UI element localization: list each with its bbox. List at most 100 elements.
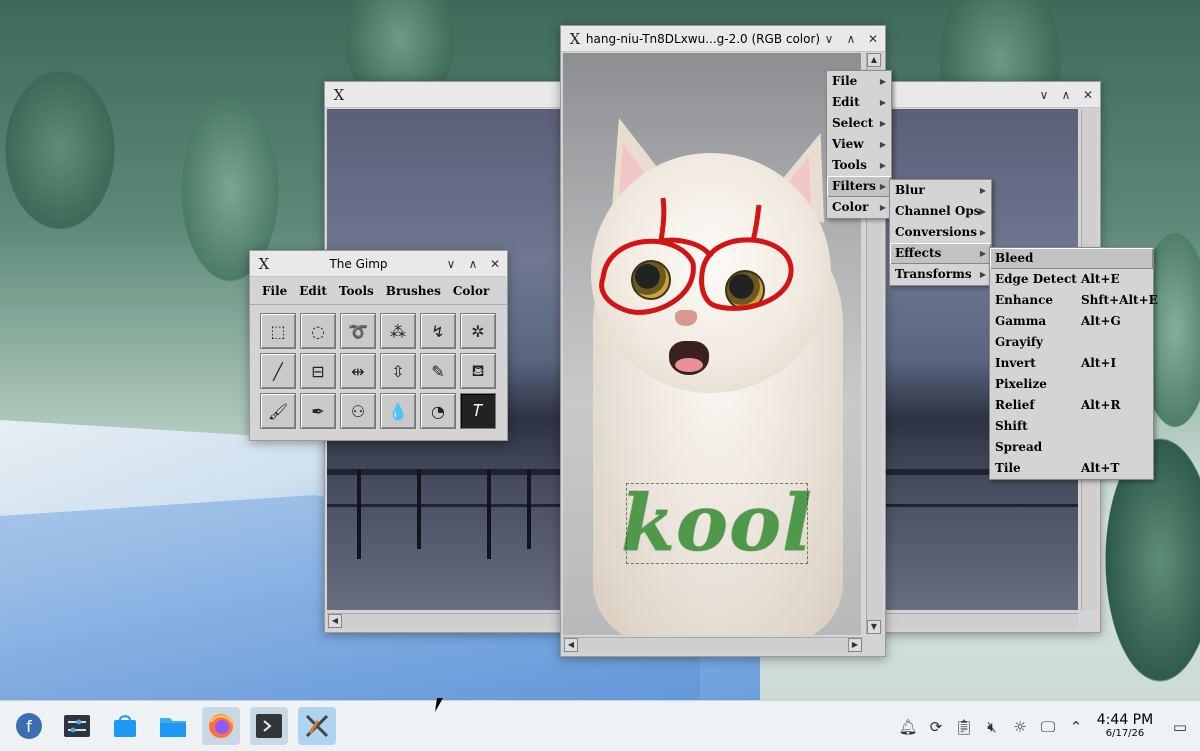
effects-submenu: Bleed Edge Detect Alt+E Enhance Shft+Alt+E… <box>989 247 1158 480</box>
minimize-button[interactable]: ∨ <box>445 257 457 271</box>
clone-icon[interactable]: ⚇ <box>340 393 376 429</box>
submenu-arrow-icon: ▶ <box>879 76 886 86</box>
menu-item-tools[interactable]: Tools ▶ <box>827 155 891 176</box>
clock-time: 4:44 PM <box>1096 711 1154 728</box>
bezier-select-icon[interactable]: ↯ <box>420 313 456 349</box>
menu-item-pixelize[interactable]: Pixelize <box>990 374 1153 395</box>
pencil-icon[interactable]: 🖌 <box>260 393 296 429</box>
x11-icon: X <box>258 254 270 273</box>
menu-item-file[interactable]: File ▶ <box>827 71 891 92</box>
clipboard-icon[interactable]: 📋︎ <box>950 718 978 736</box>
crop-icon[interactable]: ⇹ <box>340 353 376 389</box>
flip-icon[interactable]: ✎ <box>420 353 456 389</box>
pier-post <box>487 469 491 559</box>
menu-item-effects[interactable]: Effects ▶ <box>890 243 991 264</box>
submenu-arrow-icon: ▶ <box>879 118 886 128</box>
submenu-arrow-icon: ▶ <box>979 269 986 279</box>
submenu-arrow-icon: ▶ <box>979 248 986 258</box>
menu-item-select[interactable]: Select ▶ <box>827 113 891 134</box>
submenu-arrow-icon: ▶ <box>879 97 886 107</box>
minimize-button[interactable]: ∨ <box>823 32 835 46</box>
pier-post <box>357 469 361 559</box>
menu-item-view[interactable]: View ▶ <box>827 134 891 155</box>
menu-item-color[interactable]: Color ▶ <box>827 197 891 218</box>
gimp-toolbox-window[interactable]: X The Gimp ∨ ∧ ✕ File Edit Tools Brushes… <box>249 250 508 441</box>
horizontal-scrollbar[interactable]: ◀ ▶ <box>563 637 863 653</box>
menu-item-enhance[interactable]: Enhance Shft+Alt+E <box>990 290 1158 311</box>
maximize-button[interactable]: ∧ <box>1060 88 1072 102</box>
paintbrush-icon[interactable]: ✒ <box>300 393 336 429</box>
menu-item-shift[interactable]: Shift <box>990 416 1153 437</box>
menu-edit[interactable]: Edit <box>293 284 333 298</box>
free-select-icon[interactable]: ➰ <box>340 313 376 349</box>
menu-item-channel-ops[interactable]: Channel Ops ▶ <box>890 201 991 222</box>
rect-select-icon[interactable]: ⬚ <box>260 313 296 349</box>
titlebar[interactable]: X The Gimp ∨ ∧ ✕ <box>250 251 507 277</box>
x11-icon: X <box>333 85 345 104</box>
scroll-right-icon[interactable]: ▶ <box>848 638 862 652</box>
brightness-icon[interactable]: ☼ <box>1006 718 1034 736</box>
software-center-icon[interactable] <box>106 707 144 745</box>
chevron-up-icon[interactable]: ⌃ <box>1062 718 1090 736</box>
magnify-icon[interactable]: ⊟ <box>300 353 336 389</box>
scroll-down-icon[interactable]: ▼ <box>867 620 881 634</box>
menu-item-edge-detect[interactable]: Edge Detect Alt+E <box>990 269 1153 290</box>
fuzzy-select-icon[interactable]: ⁂ <box>380 313 416 349</box>
close-button[interactable]: ✕ <box>1082 88 1094 102</box>
menu-file[interactable]: File <box>256 284 293 298</box>
image-canvas[interactable]: kool <box>563 53 861 635</box>
image-context-menu: File ▶ Edit ▶ Select ▶ View ▶ Tools ▶ Filters… <box>826 70 892 219</box>
file-manager-icon[interactable] <box>154 707 192 745</box>
text-icon[interactable]: 𝑇 <box>460 393 496 429</box>
menu-item-conversions[interactable]: Conversions ▶ <box>890 222 991 243</box>
submenu-arrow-icon: ▶ <box>979 206 986 216</box>
scroll-left-icon[interactable]: ◀ <box>564 638 578 652</box>
scroll-up-icon[interactable]: ▲ <box>867 53 881 67</box>
color-picker-icon[interactable]: ⛾ <box>460 353 496 389</box>
ellipse-select-icon[interactable]: ◌ <box>300 313 336 349</box>
menu-brushes[interactable]: Brushes <box>380 284 447 298</box>
maximize-button[interactable]: ∧ <box>845 32 857 46</box>
smudge-icon[interactable]: ◔ <box>420 393 456 429</box>
menu-item-invert[interactable]: Invert Alt+I <box>990 353 1153 374</box>
intelligent-scissors-icon[interactable]: ✲ <box>460 313 496 349</box>
menu-item-relief[interactable]: Relief Alt+R <box>990 395 1153 416</box>
menu-item-blur[interactable]: Blur ▶ <box>890 180 991 201</box>
maximize-button[interactable]: ∧ <box>467 257 479 271</box>
clock[interactable]: 4:44 PM 6/17/26 <box>1090 713 1160 741</box>
scroll-left-icon[interactable]: ◀ <box>328 614 342 628</box>
menu-item-spread[interactable]: Spread <box>990 437 1153 458</box>
minimize-button[interactable]: ∨ <box>1038 88 1050 102</box>
menu-item-grayify[interactable]: Grayify <box>990 332 1153 353</box>
window-title: The Gimp <box>329 256 388 271</box>
menu-item-filters[interactable]: Filters ▶ <box>827 176 891 197</box>
submenu-arrow-icon: ▶ <box>879 139 886 149</box>
close-button[interactable]: ✕ <box>867 32 879 46</box>
menu-item-gamma[interactable]: Gamma Alt+G <box>990 311 1153 332</box>
menu-item-transforms[interactable]: Transforms ▶ <box>890 264 991 285</box>
display-icon[interactable]: 🖵 <box>1034 718 1062 736</box>
x11-app-icon[interactable] <box>298 707 336 745</box>
menu-item-edit[interactable]: Edit ▶ <box>827 92 891 113</box>
menu-item-tile[interactable]: Tile Alt+T <box>990 458 1153 479</box>
fedora-launcher-icon[interactable]: f <box>10 707 48 745</box>
terminal-icon[interactable] <box>250 707 288 745</box>
volume-muted-icon[interactable]: 🔇︎ <box>978 718 1006 736</box>
blend-icon[interactable]: 💧 <box>380 393 416 429</box>
transform-icon[interactable]: ⇳ <box>380 353 416 389</box>
menu-item-bleed[interactable]: Bleed <box>990 248 1153 269</box>
taskbar: f 🔔︎ ⟳ 📋︎ 🔇︎ ☼ 🖵 ⌃ 4:44 PM 6/17/26 ▭ <box>0 700 1200 751</box>
show-desktop-icon[interactable]: ▭ <box>1160 718 1200 736</box>
firefox-icon[interactable] <box>202 707 240 745</box>
svg-text:f: f <box>26 717 32 736</box>
close-button[interactable]: ✕ <box>489 257 501 271</box>
titlebar[interactable]: X hang-niu-Tn8DLxwu...g-2.0 (RGB color) … <box>561 26 885 52</box>
submenu-arrow-icon: ▶ <box>879 202 886 212</box>
notifications-bell-icon[interactable]: 🔔︎ <box>894 718 922 736</box>
network-sync-icon[interactable]: ⟳ <box>922 718 950 736</box>
system-settings-icon[interactable] <box>58 707 96 745</box>
menu-tools[interactable]: Tools <box>333 284 380 298</box>
submenu-arrow-icon: ▶ <box>979 185 986 195</box>
move-icon[interactable]: ╱ <box>260 353 296 389</box>
menu-color[interactable]: Color <box>447 284 495 298</box>
